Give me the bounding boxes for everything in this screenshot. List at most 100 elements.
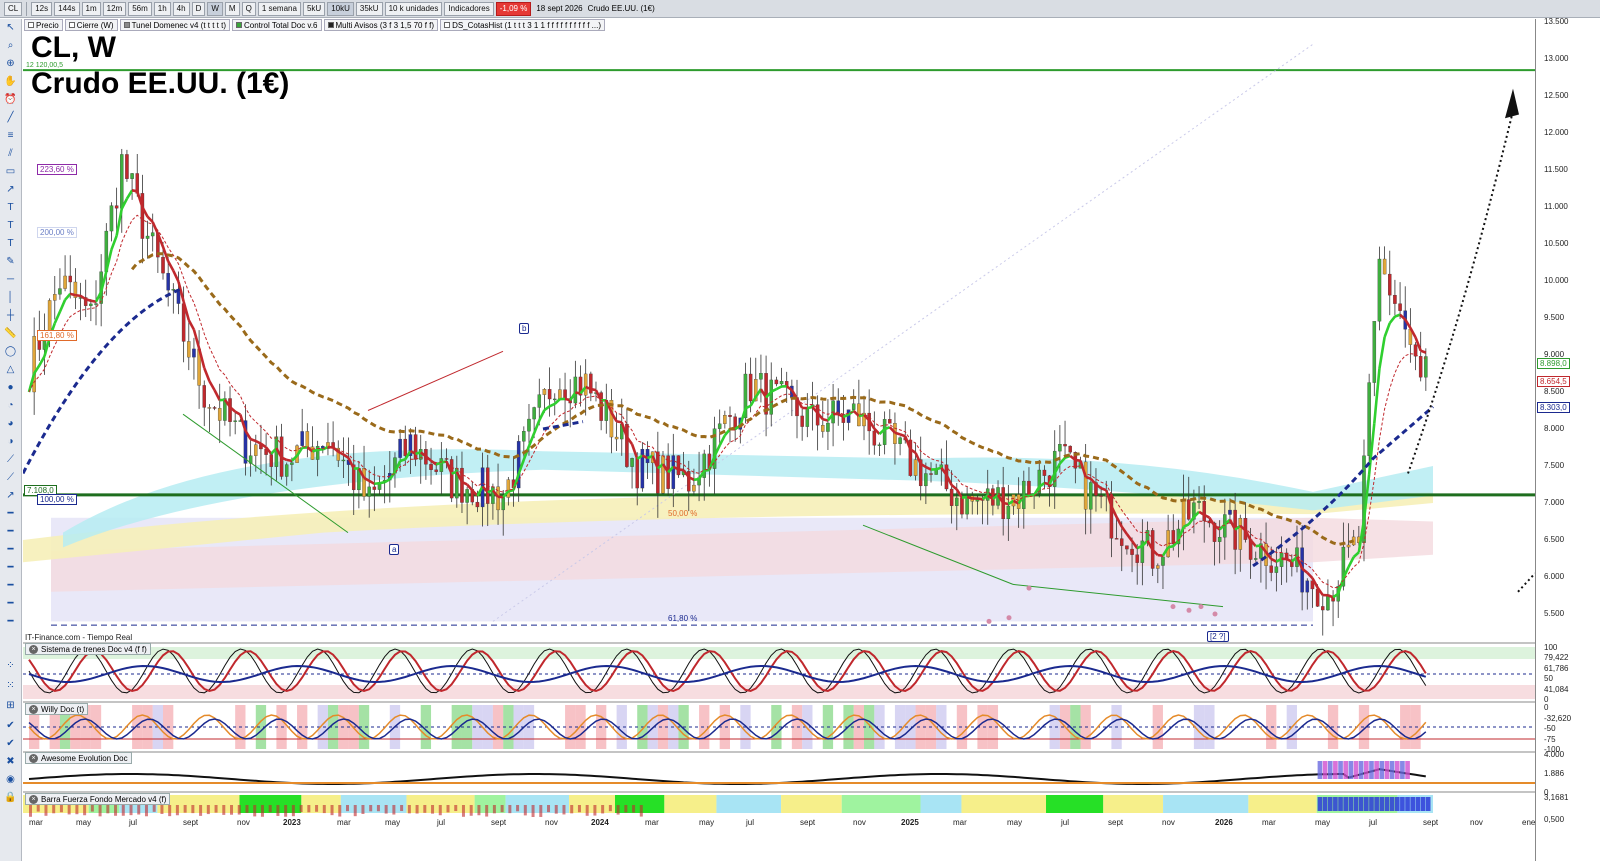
rect-tool-icon[interactable]: ▭ <box>3 165 18 178</box>
candle-body <box>558 390 561 399</box>
barra-tick <box>238 805 241 815</box>
grid-icon[interactable]: ⊞ <box>3 699 18 712</box>
ray-icon[interactable]: ⟋ <box>3 453 18 466</box>
vline-icon[interactable]: │ <box>3 291 18 304</box>
close-panel-icon[interactable]: × <box>29 645 38 654</box>
awesome-bar <box>1338 761 1343 779</box>
barra-tick <box>377 805 380 811</box>
close-panel-icon[interactable]: × <box>29 795 38 804</box>
period-selector[interactable]: 1 semana <box>258 2 301 16</box>
panel-title-willy[interactable]: × Willy Doc (t) <box>25 703 88 715</box>
ma-fast-segment <box>81 296 86 299</box>
indicators-button[interactable]: Indicadores <box>444 2 493 16</box>
panel-title-barra[interactable]: × Barra Fuerza Fondo Mercado v4 (f) <box>25 793 170 805</box>
barra-tick <box>37 805 40 812</box>
timeframe-button[interactable]: D <box>192 2 206 16</box>
tick-button[interactable]: 5kU <box>303 2 325 16</box>
barra-tick <box>75 805 78 814</box>
ruler-icon[interactable]: 📏 <box>3 327 18 340</box>
alarm-icon[interactable]: ⏰ <box>3 93 18 106</box>
panel-title-awesome[interactable]: × Awesome Evolution Doc <box>25 752 132 764</box>
cursor-icon[interactable]: ↖ <box>3 21 18 34</box>
hand-icon[interactable]: ✋ <box>3 75 18 88</box>
candle-body <box>718 424 721 429</box>
low-marker-dot <box>1007 615 1012 620</box>
time-axis[interactable]: marmayjulseptnov2023marmayjulseptnov2024… <box>23 815 1535 861</box>
ma-fast-segment <box>508 490 513 491</box>
pencil-icon[interactable]: ✎ <box>3 255 18 268</box>
hline-red2-icon[interactable]: ━ <box>3 579 18 592</box>
hline-green2-icon[interactable]: ━ <box>3 543 18 556</box>
barra-strong <box>1421 797 1426 811</box>
circle-blue-icon[interactable]: ◑ <box>3 435 18 448</box>
check-icon[interactable]: ✔ <box>3 719 18 732</box>
close-panel-icon[interactable]: × <box>29 705 38 714</box>
magnifier-icon[interactable]: ⊕ <box>3 57 18 70</box>
price-axis-label: 13.500 <box>1544 17 1568 26</box>
check2-icon[interactable]: ✔ <box>3 737 18 750</box>
panel-title-trenes[interactable]: × Sistema de trenes Doc v4 (f f) <box>25 643 151 655</box>
timeframe-button[interactable]: 12s <box>31 2 52 16</box>
panel-axis-label: 50 <box>1544 674 1553 683</box>
ma-fast-segment <box>678 469 683 470</box>
price-chart-area[interactable] <box>23 19 1535 861</box>
close-panel-icon[interactable]: × <box>29 754 38 763</box>
hline-blue2-icon[interactable]: ━ <box>3 615 18 628</box>
timeframe-button[interactable]: W <box>207 2 223 16</box>
ellipse-icon[interactable]: ◯ <box>3 345 18 358</box>
arrow-tool-icon[interactable]: ↗ <box>3 183 18 196</box>
candle-body <box>522 431 525 441</box>
fib-tool-icon[interactable]: ≡ <box>3 129 18 142</box>
price-axis-label: 12.500 <box>1544 91 1568 100</box>
timeframe-button[interactable]: 1m <box>82 2 101 16</box>
price-axis[interactable]: 13.50013.00012.50012.00011.50011.00010.5… <box>1535 19 1600 861</box>
toolbar-instrument: Crudo EE.UU. (1€) <box>588 4 655 13</box>
timeframe-button[interactable]: M <box>225 2 240 16</box>
line-tool-icon[interactable]: ╱ <box>3 111 18 124</box>
symbol-selector[interactable]: CL <box>4 2 22 16</box>
candle-body <box>125 154 128 178</box>
candle-body <box>888 419 891 423</box>
trend-red-icon[interactable]: ↗ <box>3 489 18 502</box>
hline-icon[interactable]: ─ <box>3 273 18 286</box>
barra-strong <box>1426 797 1431 811</box>
circle-green2-icon[interactable]: ◕ <box>3 417 18 430</box>
hline-green3-icon[interactable]: ━ <box>3 561 18 574</box>
barra-tick <box>60 805 63 812</box>
timeframe-button[interactable]: 12m <box>103 2 127 16</box>
label-tool-icon[interactable]: T <box>3 237 18 250</box>
text-box-icon[interactable]: T <box>3 219 18 232</box>
channel-tool-icon[interactable]: ⫽ <box>3 147 18 160</box>
lock-icon[interactable]: 🔒 <box>3 791 18 804</box>
triangle-icon[interactable]: △ <box>3 363 18 376</box>
circle-red-icon[interactable]: ● <box>3 381 18 394</box>
candle-body <box>1043 470 1046 476</box>
scatter-icon[interactable]: ⁙ <box>3 679 18 692</box>
text-tool-icon[interactable]: T <box>3 201 18 214</box>
hline-red-icon[interactable]: ━ <box>3 507 18 520</box>
barra-tick <box>423 805 426 813</box>
hline-green-icon[interactable]: ━ <box>3 525 18 538</box>
zoom-icon[interactable]: ⌕ <box>3 39 18 52</box>
ma-fast-segment <box>1029 495 1034 496</box>
timeframe-button[interactable]: 1h <box>154 2 171 16</box>
timeframe-button[interactable]: 144s <box>54 2 79 16</box>
cross-icon[interactable]: ┼ <box>3 309 18 322</box>
timeframe-button[interactable]: Q <box>242 2 256 16</box>
hline-blue-icon[interactable]: ━ <box>3 597 18 610</box>
timeframe-button[interactable]: 56m <box>128 2 152 16</box>
ray2-icon[interactable]: ⟋ <box>3 471 18 484</box>
timeframe-button[interactable]: 4h <box>173 2 190 16</box>
eye-icon[interactable]: ◉ <box>3 773 18 786</box>
barra-tick <box>617 805 620 815</box>
price-axis-label: 5.500 <box>1544 609 1564 618</box>
tick-button[interactable]: 35kU <box>356 2 383 16</box>
units-selector[interactable]: 10 k unidades <box>385 2 443 16</box>
ma-fast-segment <box>544 406 549 410</box>
circle-green-icon[interactable]: ◔ <box>3 399 18 412</box>
dots-icon[interactable]: ⁘ <box>3 659 18 672</box>
candle-body <box>955 498 958 506</box>
price-tag: 8.898,0 <box>1537 358 1570 369</box>
delete-icon[interactable]: ✖ <box>3 755 18 768</box>
tick-button[interactable]: 10kU <box>327 2 354 16</box>
